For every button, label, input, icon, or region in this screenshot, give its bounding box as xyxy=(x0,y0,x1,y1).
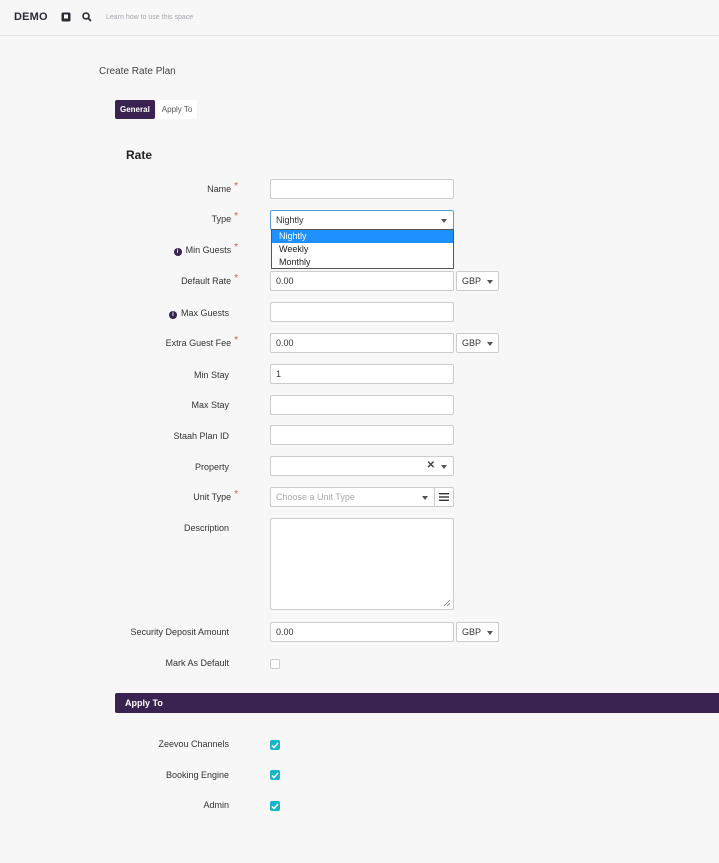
type-option-nightly[interactable]: Nightly xyxy=(272,230,453,243)
extra-guest-fee-currency-select[interactable]: GBP xyxy=(456,333,499,353)
chevron-down-icon xyxy=(441,465,447,469)
unit-type-label: Unit Type * xyxy=(193,489,238,502)
default-rate-currency-select[interactable]: GBP xyxy=(456,271,499,291)
zeevou-channels-label: Zeevou Channels xyxy=(158,739,229,749)
min-guests-label: i Min Guests * xyxy=(173,242,238,256)
booking-engine-label: Booking Engine xyxy=(165,770,229,780)
type-label: Type * xyxy=(211,211,238,224)
security-deposit-input[interactable]: 0.00 xyxy=(270,622,454,642)
chevron-down-icon xyxy=(487,280,493,284)
property-select[interactable]: ✕ xyxy=(270,456,454,476)
max-stay-input[interactable] xyxy=(270,395,454,415)
page-title: Create Rate Plan xyxy=(99,66,176,77)
name-label: Name * xyxy=(207,181,238,194)
tab-bar: General Apply To xyxy=(115,100,198,119)
rate-section-title: Rate xyxy=(126,148,153,162)
info-icon: i xyxy=(173,248,182,256)
min-stay-label: Min Stay xyxy=(193,370,229,380)
extra-guest-fee-input[interactable]: 0.00 xyxy=(270,333,454,353)
help-hint-link[interactable]: Learn how to use this space xyxy=(106,14,193,21)
zeevou-channels-checkbox[interactable] xyxy=(270,740,280,750)
check-icon xyxy=(271,803,279,810)
chevron-down-icon xyxy=(441,219,447,223)
unit-type-select[interactable]: Choose a Unit Type xyxy=(270,487,435,507)
info-icon: i xyxy=(168,311,177,319)
max-guests-input[interactable] xyxy=(270,302,454,322)
description-label: Description xyxy=(183,523,229,533)
extra-guest-fee-label: Extra Guest Fee * xyxy=(165,335,238,348)
brand-name[interactable]: DEMO xyxy=(14,11,48,23)
booking-engine-checkbox[interactable] xyxy=(270,770,280,780)
chevron-down-icon xyxy=(422,496,428,500)
type-dropdown-list: Nightly Weekly Monthly xyxy=(271,229,454,269)
admin-checkbox[interactable] xyxy=(270,801,280,811)
default-rate-label: Default Rate * xyxy=(181,273,238,286)
apply-to-title: Apply To xyxy=(125,698,163,708)
property-label: Property xyxy=(194,462,229,472)
max-stay-label: Max Stay xyxy=(191,400,229,410)
tab-apply-to[interactable]: Apply To xyxy=(156,100,198,119)
mark-default-label: Mark As Default xyxy=(165,658,229,668)
check-icon xyxy=(271,772,279,779)
name-input[interactable] xyxy=(270,179,454,199)
type-select[interactable]: Nightly xyxy=(270,210,454,230)
chevron-down-icon xyxy=(487,342,493,346)
type-option-monthly[interactable]: Monthly xyxy=(272,256,453,269)
description-textarea[interactable] xyxy=(270,518,454,610)
security-deposit-currency-select[interactable]: GBP xyxy=(456,622,499,642)
check-icon xyxy=(271,742,279,749)
apply-to-section-header: Apply To xyxy=(115,693,719,713)
max-guests-label: i Max Guests xyxy=(168,308,229,319)
min-stay-input[interactable]: 1 xyxy=(270,364,454,384)
bookmark-icon[interactable] xyxy=(60,11,71,22)
clear-icon[interactable]: ✕ xyxy=(427,460,435,471)
staah-plan-id-input[interactable] xyxy=(270,425,454,445)
mark-default-checkbox[interactable] xyxy=(270,659,280,669)
list-icon[interactable] xyxy=(434,487,454,507)
default-rate-input[interactable]: 0.00 xyxy=(270,271,454,291)
admin-label: Admin xyxy=(203,800,229,810)
resize-handle-icon[interactable] xyxy=(443,599,451,607)
staah-plan-id-label: Staah Plan ID xyxy=(173,431,229,441)
tab-general[interactable]: General xyxy=(115,100,155,119)
security-deposit-label: Security Deposit Amount xyxy=(130,627,229,637)
type-option-weekly[interactable]: Weekly xyxy=(272,243,453,256)
chevron-down-icon xyxy=(487,631,493,635)
top-bar: DEMO Learn how to use this space xyxy=(0,0,719,36)
search-icon[interactable] xyxy=(81,11,92,22)
